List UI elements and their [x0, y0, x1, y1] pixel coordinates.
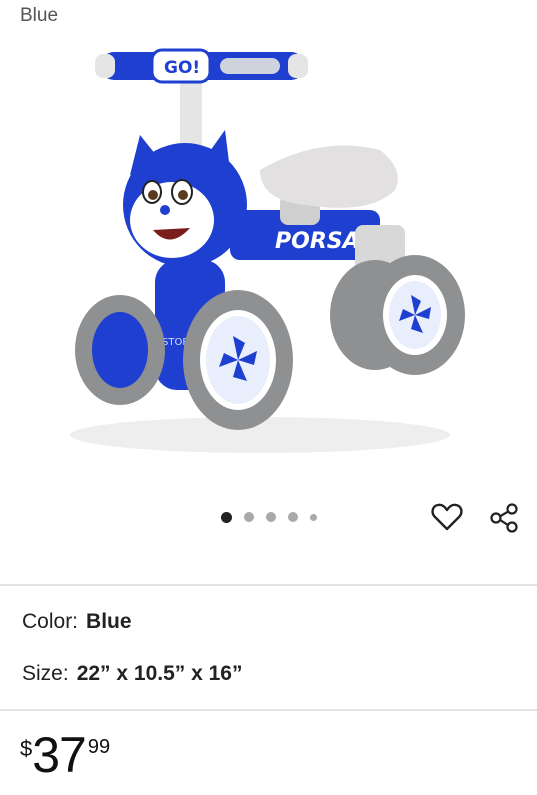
favorite-button[interactable]	[430, 500, 464, 534]
size-attribute[interactable]: Size: 22” x 10.5” x 16”	[22, 662, 242, 686]
color-label: Color:	[22, 610, 79, 633]
carousel-dot[interactable]	[287, 512, 298, 522]
color-value: Blue	[86, 610, 132, 633]
size-label: Size:	[22, 662, 69, 685]
share-button[interactable]	[488, 502, 520, 534]
carousel-dot[interactable]	[309, 513, 317, 521]
product-price: $ 37 99	[20, 730, 110, 780]
section-divider	[0, 709, 537, 711]
heart-icon	[431, 503, 463, 531]
section-divider	[0, 584, 537, 586]
price-dollars: 37	[32, 727, 87, 783]
price-cents: 99	[87, 736, 111, 758]
selected-variant-label: Blue	[20, 5, 59, 26]
carousel-dot[interactable]	[220, 511, 232, 523]
svg-text:GO!: GO!	[164, 58, 200, 78]
share-icon	[490, 503, 518, 533]
color-attribute[interactable]: Color: Blue	[22, 610, 132, 634]
size-value: 22” x 10.5” x 16”	[76, 662, 243, 685]
product-image[interactable]: PORSAPIM GO! STORT	[60, 40, 480, 460]
price-currency: $	[20, 736, 33, 761]
balance-bike-illustration: PORSAPIM GO! STORT	[70, 48, 465, 453]
carousel-dot[interactable]	[243, 512, 254, 522]
carousel-dot[interactable]	[265, 512, 276, 522]
